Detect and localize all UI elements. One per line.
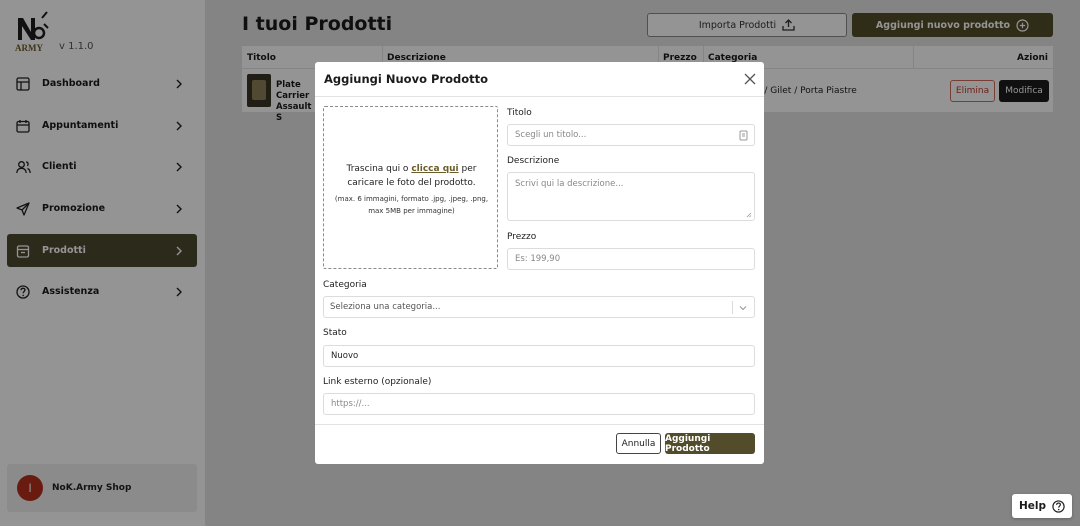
description-label: Descrizione — [507, 156, 560, 166]
select-divider — [732, 301, 733, 314]
image-dropzone[interactable]: Trascina qui o clicca qui per caricare l… — [323, 106, 498, 269]
upload-link[interactable]: clicca qui — [411, 164, 458, 174]
link-placeholder: https://... — [331, 399, 370, 409]
help-label: Help — [1018, 500, 1047, 512]
dropzone-text: Trascina qui o clicca qui per caricare l… — [332, 162, 491, 190]
category-select[interactable]: Seleziona una categoria... — [323, 296, 755, 318]
help-circle-icon — [1052, 499, 1065, 513]
chevron-down-icon — [739, 306, 747, 311]
dropzone-note: (max. 6 immagini, formato .jpg, .jpeg, .… — [334, 195, 489, 215]
status-value: Nuovo — [331, 351, 359, 361]
title-input[interactable]: Scegli un titolo... — [507, 124, 755, 146]
description-textarea[interactable]: Scrivi qui la descrizione... — [507, 172, 755, 221]
close-icon[interactable] — [743, 72, 757, 86]
status-label: Stato — [323, 328, 347, 338]
title-label: Titolo — [507, 108, 532, 118]
title-placeholder: Scegli un titolo... — [515, 130, 587, 140]
price-placeholder: Es: 199,90 — [515, 254, 561, 264]
modal-divider — [315, 424, 764, 425]
price-input[interactable]: Es: 199,90 — [507, 248, 755, 270]
submit-button[interactable]: Aggiungi Prodotto — [665, 433, 755, 454]
cancel-button[interactable]: Annulla — [616, 433, 661, 454]
status-select[interactable]: Nuovo — [323, 345, 755, 367]
help-button[interactable]: Help — [1012, 494, 1072, 518]
category-label: Categoria — [323, 280, 367, 290]
description-placeholder: Scrivi qui la descrizione... — [515, 179, 624, 189]
link-input[interactable]: https://... — [323, 393, 755, 415]
autofill-icon — [739, 130, 748, 141]
modal-divider — [315, 96, 764, 97]
category-placeholder: Seleziona una categoria... — [330, 302, 441, 312]
price-label: Prezzo — [507, 232, 537, 242]
modal-title: Aggiungi Nuovo Prodotto — [324, 72, 488, 86]
resize-handle-icon[interactable] — [746, 212, 752, 218]
add-product-modal: Aggiungi Nuovo Prodotto Trascina qui o c… — [315, 62, 764, 464]
dropzone-text-before: Trascina qui o — [346, 164, 412, 174]
link-label: Link esterno (opzionale) — [323, 377, 432, 387]
